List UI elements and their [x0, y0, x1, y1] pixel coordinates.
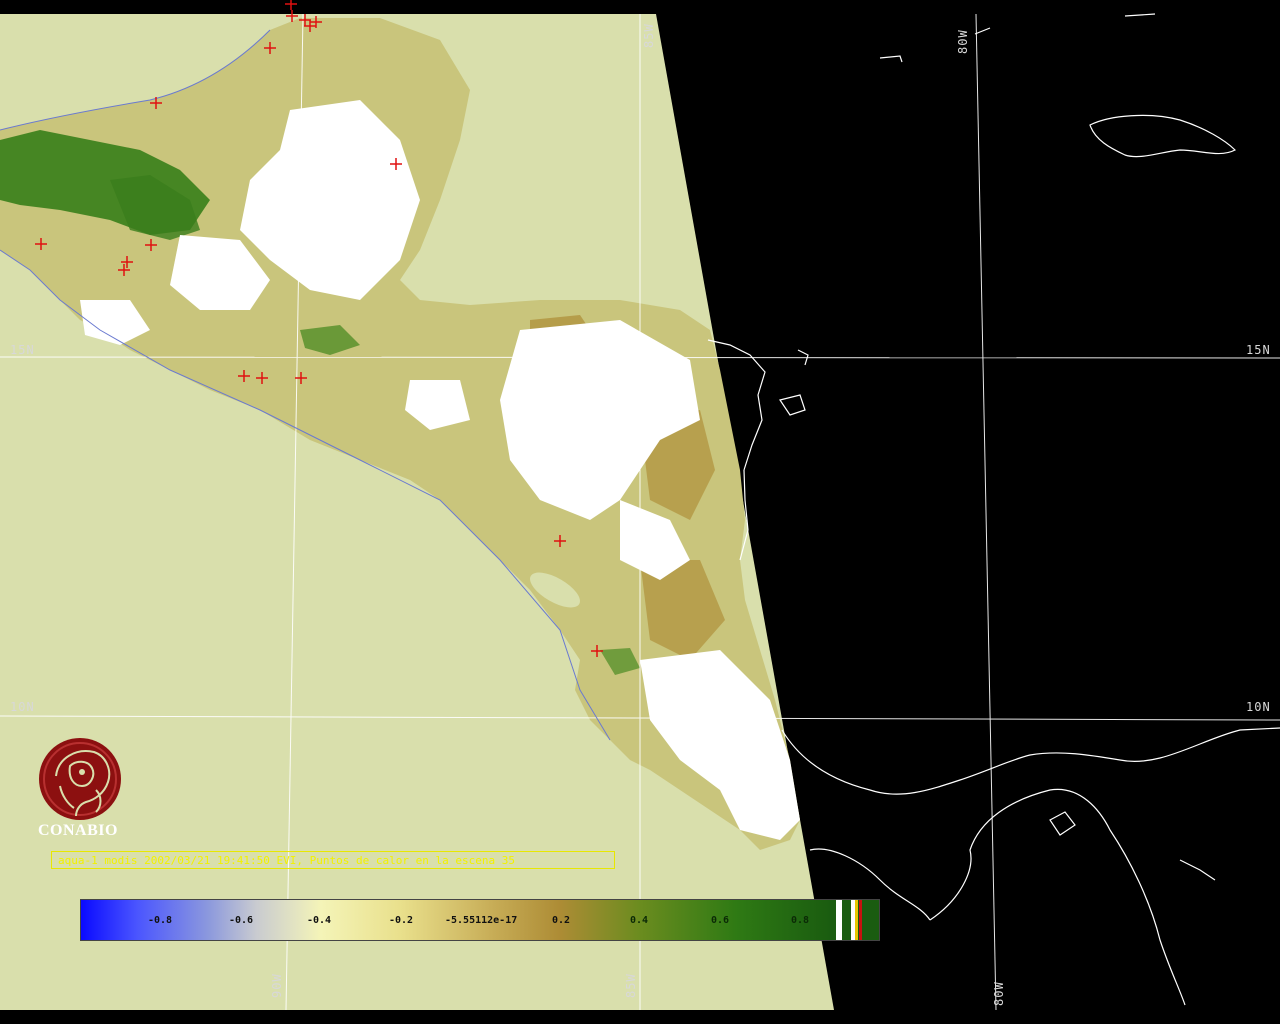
colorbar-end-swatch	[836, 900, 842, 940]
lon-label-90w-bottom: 90W	[270, 973, 284, 998]
colorbar-tick-label: -0.2	[389, 915, 414, 926]
fire-hotspot-marker	[285, 0, 297, 10]
scene-caption: aqua-1 modis 2002/03/21 19:41:50 EVI, Pu…	[51, 851, 615, 869]
panama-south-coastline	[929, 788, 1186, 1006]
conabio-wordmark: CONABIO	[38, 822, 118, 839]
colorbar-tick-label: 0.6	[711, 915, 730, 926]
island-coastline	[1049, 811, 1076, 836]
island-coastline	[779, 394, 806, 416]
map-canvas	[0, 0, 1280, 1011]
colorbar-tick-label: 0.2	[552, 915, 571, 926]
map-viewport: 15N 15N 10N 10N 85W 80W 90W 85W 80W CONA…	[0, 0, 1280, 1024]
colorbar-end-swatch	[855, 900, 858, 940]
lat-label-10n-right: 10N	[1246, 700, 1271, 714]
lon-label-85w-top: 85W	[642, 23, 656, 48]
conabio-macaw-logo-icon	[39, 738, 121, 820]
island-coastline	[879, 55, 903, 63]
island-coastline	[974, 27, 991, 35]
colorbar-end-swatch	[859, 900, 862, 940]
jamaica-coastline	[1089, 114, 1236, 158]
panama-coastline	[781, 727, 1280, 795]
colorbar-tick-label: -5.55112e-17	[445, 915, 518, 926]
island-coastline	[1179, 859, 1216, 881]
lat-label-10n-left: 10N	[10, 700, 35, 714]
lat-label-15n-right: 15N	[1246, 343, 1271, 357]
colorbar-tick-label: -0.4	[307, 915, 332, 926]
lon-label-80w-bottom: 80W	[992, 981, 1006, 1006]
colorbar-tick-label: 0.4	[630, 915, 649, 926]
lon-label-85w-bottom: 85W	[624, 973, 638, 998]
lon-label-80w-top: 80W	[956, 29, 970, 54]
island-coastline	[1124, 13, 1156, 17]
colorbar-tick-label: -0.8	[148, 915, 173, 926]
colorbar-end-swatch	[843, 900, 850, 940]
colorbar-tick-label: -0.6	[229, 915, 254, 926]
colorbar-tick-label: 0.8	[791, 915, 810, 926]
lat-label-15n-left: 15N	[10, 343, 35, 357]
